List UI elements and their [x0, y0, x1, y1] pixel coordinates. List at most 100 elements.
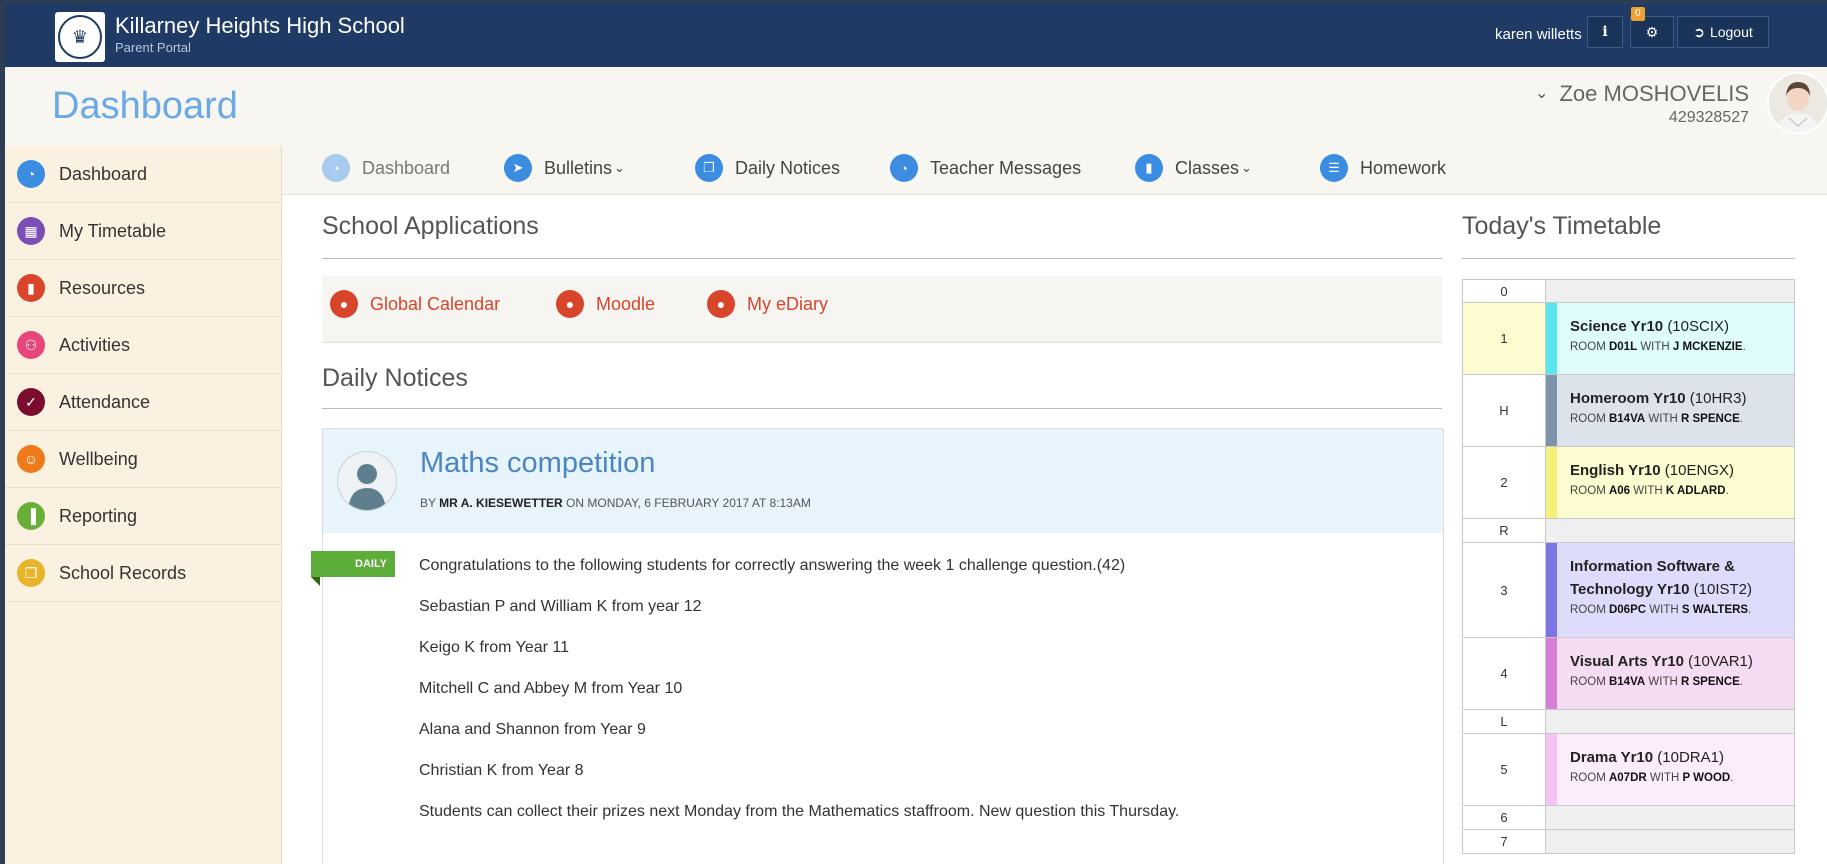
notice-author: MR A. KIESEWETTER [439, 496, 563, 510]
class-cell[interactable]: Drama Yr10 (10DRA1) ROOM A07DR WITH P WOO… [1546, 734, 1794, 805]
sidebar-item-my-timetable[interactable]: ▦ My Timetable [5, 203, 281, 260]
nav-classes[interactable]: ▮ Classes ⌄ [1135, 154, 1252, 182]
class-code: (10HR3) [1689, 390, 1747, 407]
empty-slot [1546, 830, 1794, 853]
chevron-down-icon: ⌄ [1241, 160, 1252, 175]
period-label: R [1463, 519, 1546, 542]
with-word: WITH [1649, 604, 1679, 616]
nav-bulletins-label: Bulletins [544, 157, 613, 178]
class-code: (10ENGX) [1664, 462, 1734, 479]
divider [322, 258, 1442, 259]
globe-icon: ● [330, 290, 358, 318]
nav-daily-notices[interactable]: ❐ Daily Notices [695, 154, 840, 182]
sidebar-item-label: School Records [59, 562, 187, 583]
teacher-name: R SPENCE [1681, 676, 1740, 688]
timetable: 0 1 Science Yr10 (10SCIX) ROOM D01L WITH J … [1462, 279, 1795, 854]
student-avatar[interactable] [1767, 72, 1827, 134]
school-crest-icon: ♛ [58, 15, 102, 59]
timetable-row: 1 Science Yr10 (10SCIX) ROOM D01L WITH J M… [1462, 303, 1795, 375]
sidebar-item-label: Dashboard [59, 163, 148, 184]
class-cell[interactable]: Science Yr10 (10SCIX) ROOM D01L WITH J MC… [1546, 303, 1794, 374]
room-word: ROOM [1570, 604, 1606, 616]
period-label: 6 [1463, 806, 1546, 829]
class-cell[interactable]: Homeroom Yr10 (10HR3) ROOM B14VA WITH R S… [1546, 375, 1794, 446]
room-code: A07DR [1608, 772, 1647, 784]
nav-homework[interactable]: ☰ Homework [1320, 154, 1446, 182]
files-icon: ❐ [695, 154, 723, 182]
app-link-global-calendar[interactable]: ● Global Calendar [330, 290, 500, 318]
files-icon: ❐ [17, 559, 45, 587]
sidebar-item-label: Attendance [59, 391, 151, 412]
notices-section-title: Daily Notices [322, 364, 468, 392]
teacher-name: P WOOD [1682, 772, 1731, 784]
logout-button[interactable]: ➲ Logout [1677, 16, 1769, 48]
app-link-moodle[interactable]: ● Moodle [556, 290, 655, 318]
teacher-name: J MCKENZIE [1672, 341, 1743, 353]
teacher-name: S WALTERS [1681, 604, 1749, 616]
top-bar: ♛ Killarney Heights High School Parent P… [5, 4, 1827, 67]
sidebar-item-label: Wellbeing [59, 448, 138, 469]
period-label: 7 [1463, 830, 1546, 853]
teacher-name: R SPENCE [1681, 413, 1740, 425]
sidebar-item-label: Reporting [59, 505, 138, 526]
class-room-line: ROOM B14VA WITH R SPENCE. [1570, 413, 1743, 425]
app-frame: ♛ Killarney Heights High School Parent P… [5, 4, 1827, 864]
bicycle-icon: ⚇ [17, 331, 45, 359]
room-word: ROOM [1570, 413, 1606, 425]
notice-by: BY [420, 496, 436, 510]
divider [322, 408, 1442, 409]
sidebar-item-resources[interactable]: ▮ Resources [5, 260, 281, 317]
period-label: 5 [1463, 734, 1546, 805]
apps-section-title: School Applications [322, 212, 539, 240]
sidebar-item-wellbeing[interactable]: ☺ Wellbeing [5, 431, 281, 488]
nav-bulletins[interactable]: ➤ Bulletins ⌄ [504, 154, 625, 182]
portal-name: Parent Portal [115, 40, 191, 55]
class-color-strip [1546, 375, 1557, 446]
sidebar-item-label: Activities [59, 334, 131, 355]
sidebar-item-dashboard[interactable]: ◔ Dashboard [5, 146, 281, 203]
timetable-row: R [1462, 519, 1795, 543]
room-word: ROOM [1570, 772, 1606, 784]
period-label: 3 [1463, 543, 1546, 637]
daily-tag: DAILY [311, 551, 395, 577]
sidebar-item-reporting[interactable]: ▐ Reporting [5, 488, 281, 545]
class-cell[interactable]: Information Software & Technology Yr10 (… [1546, 543, 1794, 637]
class-cell[interactable]: Visual Arts Yr10 (10VAR1) ROOM B14VA WITH… [1546, 638, 1794, 709]
period-label: H [1463, 375, 1546, 446]
class-color-strip [1546, 638, 1557, 709]
globe-icon: ● [556, 290, 584, 318]
room-code: D06PC [1608, 604, 1647, 616]
notice-date: ON MONDAY, 6 FEBRUARY 2017 AT 8:13AM [566, 496, 811, 510]
notice-line: Congratulations to the following student… [419, 557, 1126, 574]
period-label: 1 [1463, 303, 1546, 374]
class-room-line: ROOM A07DR WITH P WOOD. [1570, 772, 1734, 784]
class-cell[interactable]: English Yr10 (10ENGX) ROOM A06 WITH K ADL… [1546, 447, 1794, 518]
timetable-row: 7 [1462, 830, 1795, 854]
sidebar-item-school-records[interactable]: ❐ School Records [5, 545, 281, 602]
student-name[interactable]: Zoe MOSHOVELIS [1559, 81, 1749, 107]
page-header: Dashboard ⌄ Zoe MOSHOVELIS 429328527 [5, 67, 1827, 147]
class-color-strip [1546, 543, 1557, 637]
info-icon: i [1602, 24, 1608, 40]
notice-title[interactable]: Maths competition [420, 447, 655, 480]
notice-meta: BY MR A. KIESEWETTER ON MONDAY, 6 FEBRUA… [420, 496, 811, 510]
sidebar-item-label: Resources [59, 277, 146, 298]
class-room-line: ROOM B14VA WITH R SPENCE. [1570, 676, 1743, 688]
app-link-my-ediary[interactable]: ● My eDiary [707, 290, 828, 318]
user-name: karen willetts [1495, 26, 1582, 43]
nav-dashboard[interactable]: ◔ Dashboard [322, 154, 450, 182]
sidebar-item-attendance[interactable]: ✓ Attendance [5, 374, 281, 431]
info-button[interactable]: i [1587, 16, 1623, 48]
sidebar-item-activities[interactable]: ⚇ Activities [5, 317, 281, 374]
nav-teacher-messages[interactable]: ◔ Teacher Messages [890, 154, 1081, 182]
chevron-down-icon: ⌄ [614, 160, 625, 175]
period-label: 4 [1463, 638, 1546, 709]
school-name: Killarney Heights High School [115, 13, 405, 38]
subject-name: Science Yr10 [1570, 318, 1664, 335]
student-select-chevron-icon[interactable]: ⌄ [1535, 83, 1548, 103]
school-logo[interactable]: ♛ [55, 12, 105, 62]
class-code: (10DRA1) [1657, 749, 1724, 766]
class-color-strip [1546, 734, 1557, 805]
student-photo-icon [1769, 74, 1827, 132]
class-subject: Science Yr10 (10SCIX) [1570, 315, 1786, 338]
